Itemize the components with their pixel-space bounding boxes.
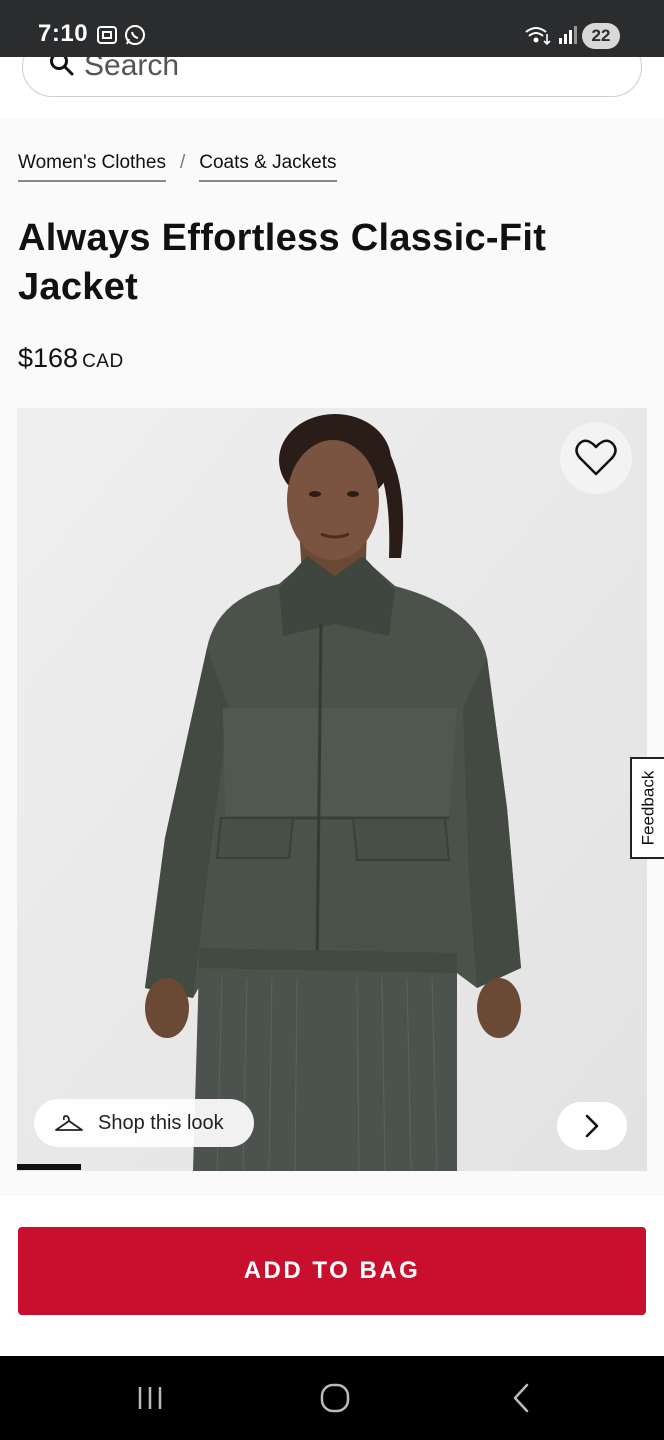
product-title: Always Effortless Classic-Fit Jacket [18,217,547,308]
breadcrumb: Women's Clothes / Coats & Jackets [18,152,337,186]
price-currency: CAD [82,351,124,372]
search-bar[interactable]: Search [0,57,664,119]
back-icon [513,1383,529,1413]
recent-apps-icon [138,1387,162,1409]
product-image[interactable] [17,408,647,1171]
wishlist-button[interactable] [560,422,632,494]
whatsapp-icon [125,25,145,45]
shop-this-look-button[interactable]: Shop this look [34,1099,254,1147]
carousel-indicator [17,1164,81,1170]
add-to-bag-button[interactable]: ADD TO BAG [18,1227,646,1315]
battery-indicator: 22 [582,23,620,49]
feedback-label: Feedback [638,770,658,846]
back-button[interactable] [476,1356,566,1440]
product-price: $168 CAD [18,343,124,374]
breadcrumb-womens-clothes[interactable]: Women's Clothes [18,152,166,182]
breadcrumb-separator: / [179,152,186,173]
screenshot-icon [97,26,117,44]
search-icon [50,57,74,76]
next-image-button[interactable] [557,1102,627,1150]
home-button[interactable] [290,1356,380,1440]
price-amount: $168 [18,343,79,373]
status-bar: 7:10 22 [0,0,664,57]
heart-icon [575,439,617,476]
hanger-icon [55,1115,83,1131]
search-placeholder: Search [84,57,180,82]
home-icon [320,1383,350,1413]
system-nav-bar [0,1356,664,1440]
status-time: 7:10 [38,20,89,47]
chevron-right-icon [585,1114,599,1138]
shop-this-look-label: Shop this look [98,1111,224,1134]
feedback-tab[interactable]: Feedback [630,757,664,859]
signal-icon [559,26,577,44]
breadcrumb-coats-jackets[interactable]: Coats & Jackets [199,152,337,182]
model-photo [17,408,647,1171]
recent-apps-button[interactable] [105,1356,195,1440]
wifi-icon [525,27,551,46]
